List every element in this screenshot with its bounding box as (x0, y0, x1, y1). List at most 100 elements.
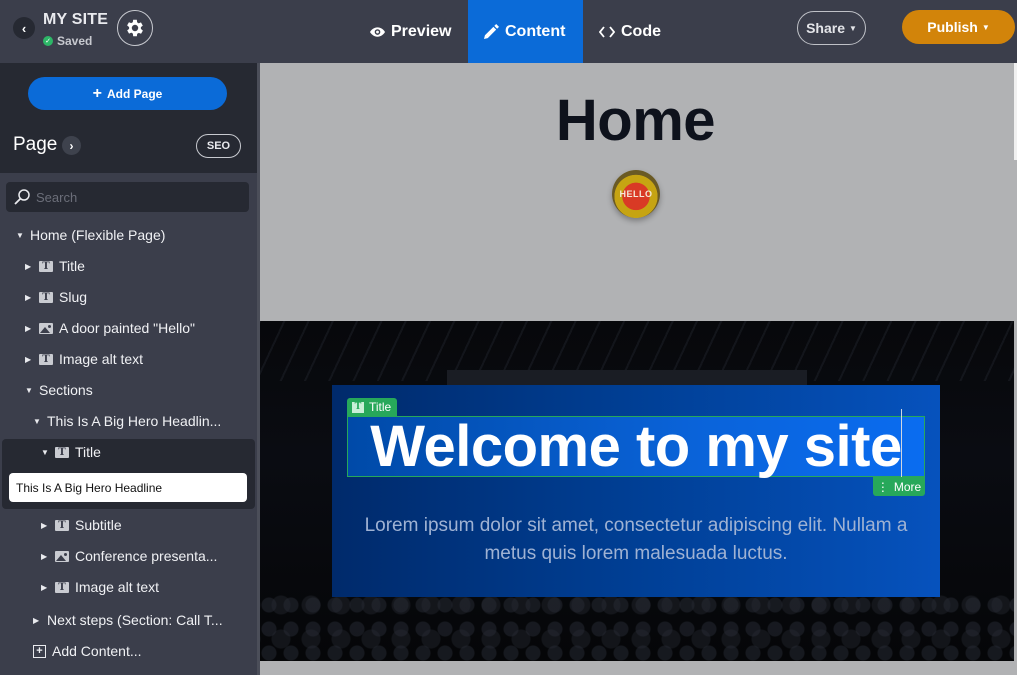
plus-square-icon: + (33, 644, 46, 658)
search-field[interactable] (6, 182, 249, 212)
caret-right-icon: ▶ (25, 323, 32, 333)
gear-icon (127, 19, 143, 37)
share-label: Share (806, 20, 845, 36)
image-sign-text: HELLO (619, 189, 653, 199)
text-field-icon: T (39, 291, 53, 303)
caret-down-icon: ▼ (849, 23, 857, 33)
more-label: More (893, 479, 922, 494)
caret-down-icon: ▼ (16, 230, 24, 240)
caret-right-icon: ▶ (41, 551, 48, 561)
page-heading: Page (13, 134, 58, 155)
tree-item-image-alt[interactable]: ▶ T Image alt text (25, 351, 143, 367)
panel-divider[interactable] (257, 63, 260, 675)
search-input[interactable] (36, 189, 236, 205)
image-field-icon (39, 322, 53, 334)
hero-section: T Title Welcome to my site ⋮ More Lorem … (259, 321, 1014, 661)
page-settings-button[interactable]: › (62, 136, 81, 155)
seo-button[interactable]: SEO (196, 134, 241, 158)
caret-down-icon: ▼ (25, 385, 33, 395)
top-bar: ‹ MY SITE ✓ Saved Preview Content Code S… (0, 0, 1017, 63)
text-cursor (901, 409, 902, 479)
caret-right-icon: ▶ (25, 292, 32, 302)
text-field-icon: T (352, 401, 364, 413)
text-field-icon: T (55, 446, 69, 458)
site-title: MY SITE (43, 11, 109, 28)
save-status: ✓ Saved (43, 34, 92, 48)
chevron-right-icon: › (69, 138, 74, 153)
page-preview: Home HELLO T Title Welcome to my site ⋮ … (257, 63, 1017, 675)
back-button[interactable]: ‹ (13, 17, 35, 39)
hero-title-editor[interactable]: Welcome to my site (347, 409, 925, 479)
tree-item-hero-title[interactable]: ▼ T Title (41, 444, 101, 460)
publish-button[interactable]: Publish ▼ (902, 10, 1015, 44)
tree-item-home[interactable]: ▼ Home (Flexible Page) (16, 227, 165, 243)
publish-label: Publish (927, 19, 978, 35)
tree-item-conference-image[interactable]: ▶ Conference presenta... (41, 548, 217, 564)
tree-item-hero-section[interactable]: ▼ This Is A Big Hero Headlin... (33, 413, 221, 429)
tree-item-label: Sections (39, 382, 93, 398)
tab-content[interactable]: Content (468, 0, 583, 63)
hero-title-input[interactable] (9, 473, 247, 502)
caret-right-icon: ▶ (41, 520, 48, 530)
caret-right-icon: ▶ (33, 615, 40, 625)
share-button[interactable]: Share ▼ (797, 11, 866, 45)
more-vertical-icon: ⋮ (876, 479, 889, 494)
caret-down-icon: ▼ (981, 22, 990, 32)
tree-item-label: Title (75, 444, 101, 460)
tree-item-label: Image alt text (59, 351, 144, 367)
tab-preview[interactable]: Preview (354, 0, 467, 63)
tab-content-label: Content (505, 22, 566, 40)
search-icon (14, 189, 30, 205)
tree-item-label: Conference presenta... (75, 548, 218, 564)
tree-item-next-steps[interactable]: ▶ Next steps (Section: Call T... (33, 612, 223, 628)
code-icon (599, 25, 615, 38)
hero-subtitle[interactable]: Lorem ipsum dolor sit amet, consectetur … (332, 512, 940, 568)
text-field-icon: T (39, 260, 53, 272)
hero-background-crowd (259, 591, 1014, 661)
add-content-button[interactable]: + Add Content... (33, 643, 142, 659)
tree-item-sections[interactable]: ▼ Sections (25, 382, 93, 398)
tree-item-title[interactable]: ▶ T Title (25, 258, 85, 274)
tree-item-image[interactable]: ▶ A door painted "Hello" (25, 320, 195, 336)
hello-door-image[interactable]: HELLO (612, 170, 660, 218)
settings-button[interactable] (117, 10, 153, 46)
more-button[interactable]: ⋮ More (873, 477, 925, 496)
caret-right-icon: ▶ (41, 582, 48, 592)
caret-right-icon: ▶ (25, 261, 32, 271)
check-circle-icon: ✓ (43, 36, 53, 46)
title-tag-label: Title (369, 400, 392, 414)
tab-preview-label: Preview (391, 22, 452, 40)
pencil-icon (484, 24, 499, 39)
text-field-icon: T (55, 519, 69, 531)
hero-card: T Title Welcome to my site ⋮ More Lorem … (332, 385, 940, 597)
tree-item-label: Title (59, 258, 85, 274)
add-page-label: Add Page (107, 86, 163, 101)
caret-down-icon: ▼ (41, 447, 49, 457)
add-content-label: Add Content... (52, 643, 142, 659)
tree-item-label: Home (Flexible Page) (30, 227, 166, 243)
tree-item-label: A door painted "Hello" (59, 320, 196, 336)
tree-item-label: Image alt text (75, 579, 160, 595)
caret-right-icon: ▶ (25, 354, 32, 364)
tree-item-label: Subtitle (75, 517, 122, 533)
sidebar-header: + Add Page Page › SEO (0, 63, 257, 173)
text-field-icon: T (55, 581, 69, 593)
save-status-label: Saved (57, 34, 93, 48)
add-page-button[interactable]: + Add Page (28, 77, 227, 110)
tree-item-subtitle[interactable]: ▶ T Subtitle (41, 517, 122, 533)
tree-item-label: Slug (59, 289, 88, 305)
tab-code[interactable]: Code (583, 0, 677, 63)
tab-code-label: Code (621, 22, 661, 40)
hero-title: Welcome to my site (370, 413, 902, 479)
tree-item-label: Next steps (Section: Call T... (47, 612, 223, 628)
text-field-icon: T (39, 353, 53, 365)
tree-item-hero-image-alt[interactable]: ▶ T Image alt text (41, 579, 159, 595)
eye-icon (370, 26, 385, 37)
page-title[interactable]: Home (257, 87, 1014, 154)
tree-item-slug[interactable]: ▶ T Slug (25, 289, 87, 305)
image-field-icon (55, 550, 69, 562)
tree-item-label: This Is A Big Hero Headlin... (47, 413, 222, 429)
plus-icon: + (92, 84, 102, 102)
content-sidebar: + Add Page Page › SEO ▼ Home (Flexible P… (0, 63, 257, 675)
caret-down-icon: ▼ (33, 416, 41, 426)
